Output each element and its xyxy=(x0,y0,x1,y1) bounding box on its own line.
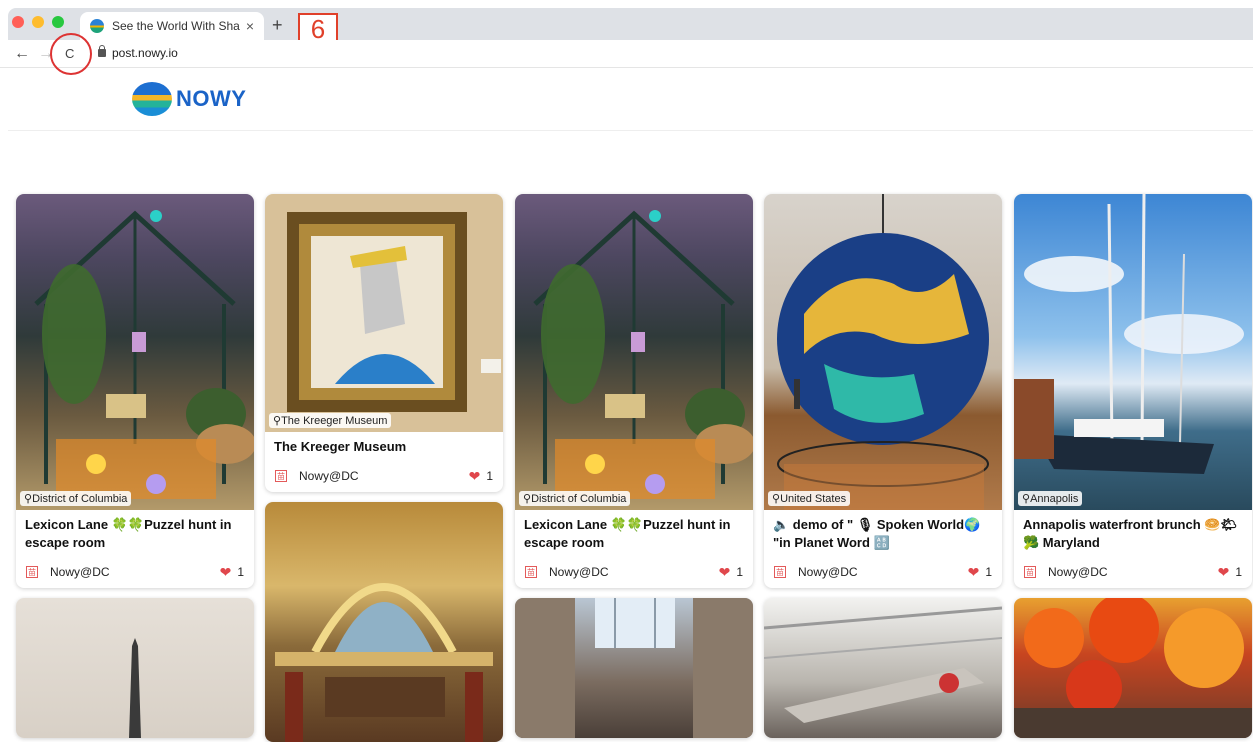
post-photo xyxy=(515,598,753,738)
post-photo xyxy=(1014,598,1252,738)
post-photo: ⚲United States xyxy=(764,194,1002,510)
url-text: post.nowy.io xyxy=(112,46,178,60)
post-photo xyxy=(265,502,503,742)
like-count: 1 xyxy=(985,565,992,579)
post-meta: 苗 Nowy@DC ❤ 1 xyxy=(515,552,753,582)
post-meta: 苗 Nowy@DC ❤ 1 xyxy=(764,552,1002,582)
post-photo: ⚲Annapolis xyxy=(1014,194,1252,510)
like-count: 1 xyxy=(486,469,493,483)
post-photo: ⚲District of Columbia xyxy=(16,194,254,510)
location-tag: ⚲District of Columbia xyxy=(20,491,132,506)
site-header: NOWY xyxy=(8,68,1253,131)
calendar-icon: 苗 xyxy=(774,566,786,578)
heart-icon[interactable]: ❤ xyxy=(469,468,481,485)
post-card[interactable] xyxy=(16,598,254,738)
heart-icon[interactable]: ❤ xyxy=(220,564,232,581)
post-photo xyxy=(16,598,254,738)
post-author[interactable]: Nowy@DC xyxy=(1048,565,1218,579)
window-zoom-button[interactable] xyxy=(52,16,64,28)
calendar-icon: 苗 xyxy=(275,470,287,482)
post-title: Lexicon Lane 🍀🍀Puzzel hunt in escape roo… xyxy=(524,517,731,550)
post-meta: 苗 Nowy@DC ❤ 1 xyxy=(265,456,503,486)
obelisk-illustration xyxy=(129,638,141,738)
address-bar[interactable]: post.nowy.io xyxy=(98,45,178,60)
browser-chrome: See the World With Share × + 6 ← → C pos… xyxy=(0,0,1253,75)
post-card[interactable]: ⚲United States 🔈 demo of " 🎙 Spoken Worl… xyxy=(764,194,1002,588)
post-photo: ⚲District of Columbia xyxy=(515,194,753,510)
library-illustration xyxy=(275,583,493,742)
location-tag: ⚲Annapolis xyxy=(1018,491,1083,506)
post-author[interactable]: Nowy@DC xyxy=(299,469,469,483)
greenhouse-illustration xyxy=(533,210,753,499)
like-count: 1 xyxy=(736,565,743,579)
post-author[interactable]: Nowy@DC xyxy=(549,565,719,579)
aircraft-museum-illustration xyxy=(764,606,1002,723)
harbor-sailboat-illustration xyxy=(1014,194,1244,474)
location-tag: ⚲United States xyxy=(768,491,851,506)
post-card[interactable]: ⚲District of Columbia Lexicon Lane 🍀🍀Puz… xyxy=(515,194,753,588)
globe-sphere-illustration xyxy=(777,194,989,510)
favicon-icon xyxy=(90,19,104,33)
new-tab-button[interactable]: + xyxy=(272,15,283,35)
window-close-button[interactable] xyxy=(12,16,24,28)
post-photo xyxy=(764,598,1002,738)
calendar-icon: 苗 xyxy=(1024,566,1036,578)
heart-icon[interactable]: ❤ xyxy=(968,564,980,581)
post-title: 🔈 demo of " 🎙 Spoken World🌍 "in Planet W… xyxy=(773,517,981,550)
post-author[interactable]: Nowy@DC xyxy=(50,565,220,579)
like-count: 1 xyxy=(237,565,244,579)
painting-illustration xyxy=(287,212,501,412)
post-card[interactable]: ⚲District of Columbia Lexicon Lane 🍀🍀Puz… xyxy=(16,194,254,588)
post-author[interactable]: Nowy@DC xyxy=(798,565,968,579)
lock-icon xyxy=(98,45,106,57)
autumn-foliage-illustration xyxy=(1014,598,1252,738)
logo-mark-icon xyxy=(132,82,172,116)
post-meta: 苗 Nowy@DC ❤ 1 xyxy=(1014,552,1252,582)
location-tag: ⚲The Kreeger Museum xyxy=(269,413,392,428)
post-card[interactable] xyxy=(515,598,753,738)
browser-toolbar: ← → C xyxy=(0,40,1253,68)
tab-close-icon[interactable]: × xyxy=(246,18,254,34)
atrium-illustration xyxy=(515,598,753,738)
post-title: The Kreeger Museum xyxy=(274,439,407,454)
calendar-icon: 苗 xyxy=(26,566,38,578)
greenhouse-illustration xyxy=(34,210,254,499)
post-card[interactable]: ⚲Annapolis Annapolis waterfront brunch 🥯… xyxy=(1014,194,1252,588)
location-tag: ⚲District of Columbia xyxy=(519,491,631,506)
browser-tab[interactable]: See the World With Share × xyxy=(80,12,264,40)
nowy-logo[interactable]: NOWY xyxy=(132,82,246,116)
heart-icon[interactable]: ❤ xyxy=(719,564,731,581)
tab-title: See the World With Share xyxy=(112,19,240,33)
post-card[interactable] xyxy=(1014,598,1252,738)
post-photo: ⚲The Kreeger Museum xyxy=(265,194,503,432)
window-minimize-button[interactable] xyxy=(32,16,44,28)
post-card[interactable] xyxy=(265,502,503,742)
like-count: 1 xyxy=(1235,565,1242,579)
back-icon[interactable]: ← xyxy=(14,44,30,64)
post-card[interactable] xyxy=(764,598,1002,738)
heart-icon[interactable]: ❤ xyxy=(1218,564,1230,581)
post-meta: 苗 Nowy@DC ❤ 1 xyxy=(16,552,254,582)
calendar-icon: 苗 xyxy=(525,566,537,578)
post-title: Annapolis waterfront brunch 🥯🌤🥦 Maryland xyxy=(1023,517,1237,550)
post-title: Lexicon Lane 🍀🍀Puzzel hunt in escape roo… xyxy=(25,517,232,550)
logo-text: NOWY xyxy=(176,86,247,111)
post-card[interactable]: ⚲The Kreeger Museum The Kreeger Museum 苗… xyxy=(265,194,503,492)
